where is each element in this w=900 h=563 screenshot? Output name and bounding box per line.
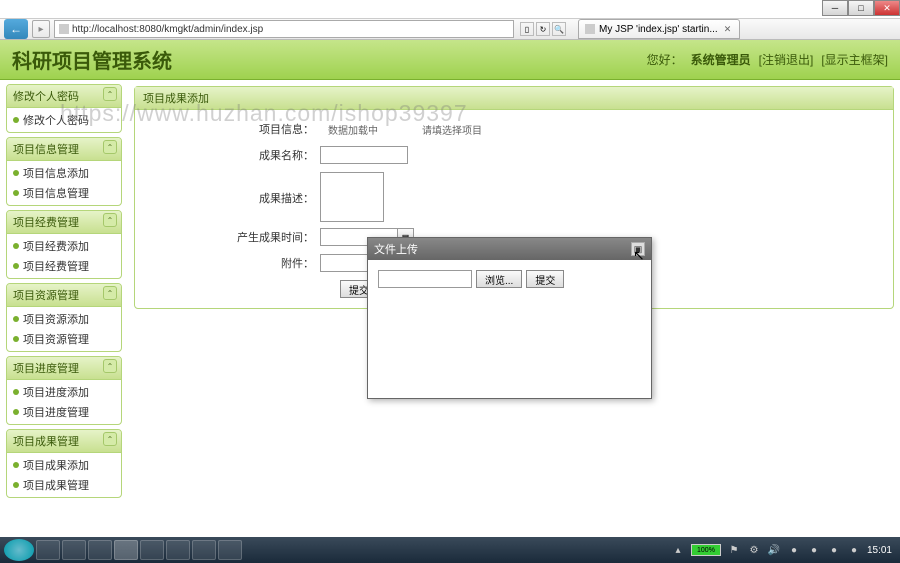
- dialog-titlebar[interactable]: 文件上传 ▣: [368, 238, 651, 260]
- tab-close[interactable]: ✕: [722, 24, 734, 35]
- sidebar-item-project-fund-manage[interactable]: 项目经费管理: [7, 256, 121, 276]
- browse-button[interactable]: 浏览...: [476, 270, 522, 288]
- stop-button[interactable]: ▯: [520, 22, 534, 36]
- panel-header-project-progress[interactable]: 项目进度管理 ⌃: [7, 357, 121, 380]
- sidebar: 修改个人密码 ⌃ 修改个人密码 项目信息管理 ⌃ 项目信息添加 项目信息管理 项…: [0, 80, 128, 537]
- label-project-info: 项目信息：: [145, 121, 320, 137]
- window-minimize[interactable]: ─: [822, 0, 848, 16]
- textarea-result-desc[interactable]: [320, 172, 384, 222]
- tray-icon[interactable]: ●: [787, 543, 801, 557]
- label-result-desc: 成果描述：: [145, 172, 320, 206]
- app-title: 科研项目管理系统: [12, 45, 172, 74]
- file-input[interactable]: [378, 270, 472, 288]
- greeting: 您好：: [647, 51, 683, 68]
- task-item[interactable]: [218, 540, 242, 560]
- address-bar[interactable]: http://localhost:8080/kmgkt/admin/index.…: [54, 20, 514, 38]
- task-item[interactable]: [36, 540, 60, 560]
- url-text: http://localhost:8080/kmgkt/admin/index.…: [72, 24, 263, 35]
- collapse-icon[interactable]: ⌃: [103, 432, 117, 446]
- task-item[interactable]: [166, 540, 190, 560]
- dialog-submit-button[interactable]: 提交: [526, 270, 564, 288]
- task-item[interactable]: [192, 540, 216, 560]
- tray-icon[interactable]: ●: [847, 543, 861, 557]
- sidebar-item-project-result-manage[interactable]: 项目成果管理: [7, 475, 121, 495]
- label-result-name: 成果名称：: [145, 147, 320, 163]
- browser-tab[interactable]: My JSP 'index.jsp' startin... ✕: [578, 19, 740, 39]
- tray-icon[interactable]: 🔊: [767, 543, 781, 557]
- sidebar-item-change-password[interactable]: 修改个人密码: [7, 110, 121, 130]
- panel-header-project-resource[interactable]: 项目资源管理 ⌃: [7, 284, 121, 307]
- tab-icon: [585, 24, 595, 34]
- battery-indicator[interactable]: 100%: [691, 544, 721, 556]
- tray-icon[interactable]: ●: [827, 543, 841, 557]
- task-item[interactable]: [88, 540, 112, 560]
- task-item[interactable]: [114, 540, 138, 560]
- window-close[interactable]: ✕: [874, 0, 900, 16]
- input-result-name[interactable]: [320, 146, 408, 164]
- task-item[interactable]: [62, 540, 86, 560]
- page-icon: [59, 24, 69, 34]
- collapse-icon[interactable]: ⌃: [103, 213, 117, 227]
- panel-header-project-fund[interactable]: 项目经费管理 ⌃: [7, 211, 121, 234]
- collapse-icon[interactable]: ⌃: [103, 286, 117, 300]
- sidebar-item-project-resource-manage[interactable]: 项目资源管理: [7, 329, 121, 349]
- sidebar-item-project-progress-add[interactable]: 项目进度添加: [7, 382, 121, 402]
- tab-label: My JSP 'index.jsp' startin...: [599, 24, 718, 35]
- sidebar-item-project-result-add[interactable]: 项目成果添加: [7, 455, 121, 475]
- tray-up-icon[interactable]: ▴: [671, 543, 685, 557]
- sidebar-item-project-info-manage[interactable]: 项目信息管理: [7, 183, 121, 203]
- forward-button[interactable]: ▸: [32, 20, 50, 38]
- label-attachment: 附件：: [145, 255, 320, 271]
- taskbar: ▴ 100% ⚑ ⚙ 🔊 ● ● ● ● 15:01: [0, 537, 900, 563]
- app-header: 科研项目管理系统 您好： 系统管理员 [注销退出] [显示主框架]: [0, 40, 900, 80]
- collapse-icon[interactable]: ⌃: [103, 87, 117, 101]
- dialog-close-button[interactable]: ▣: [631, 242, 645, 256]
- sidebar-item-project-fund-add[interactable]: 项目经费添加: [7, 236, 121, 256]
- dialog-title-text: 文件上传: [374, 241, 418, 257]
- form-title: 项目成果添加: [135, 87, 893, 110]
- upload-dialog: 文件上传 ▣ 浏览... 提交: [367, 237, 652, 399]
- tray-icon[interactable]: ⚙: [747, 543, 761, 557]
- sidebar-item-project-resource-add[interactable]: 项目资源添加: [7, 309, 121, 329]
- tray-icon[interactable]: ⚑: [727, 543, 741, 557]
- sidebar-item-project-progress-manage[interactable]: 项目进度管理: [7, 402, 121, 422]
- hint-loading: 数据加载中: [328, 122, 378, 137]
- refresh-link[interactable]: [显示主框架]: [821, 51, 888, 68]
- back-button[interactable]: ←: [4, 19, 28, 39]
- collapse-icon[interactable]: ⌃: [103, 359, 117, 373]
- tray-icon[interactable]: ●: [807, 543, 821, 557]
- sidebar-item-project-info-add[interactable]: 项目信息添加: [7, 163, 121, 183]
- panel-header-password[interactable]: 修改个人密码 ⌃: [7, 85, 121, 108]
- hint-select: 请填选择项目: [422, 122, 482, 137]
- clock[interactable]: 15:01: [867, 545, 892, 556]
- collapse-icon[interactable]: ⌃: [103, 140, 117, 154]
- username: 系统管理员: [691, 51, 751, 68]
- label-result-time: 产生成果时间：: [145, 229, 320, 245]
- panel-header-project-info[interactable]: 项目信息管理 ⌃: [7, 138, 121, 161]
- start-button[interactable]: [4, 539, 34, 561]
- refresh-button[interactable]: ↻: [536, 22, 550, 36]
- logout-link[interactable]: [注销退出]: [759, 51, 814, 68]
- panel-header-project-result[interactable]: 项目成果管理 ⌃: [7, 430, 121, 453]
- window-maximize[interactable]: □: [848, 0, 874, 16]
- search-button[interactable]: 🔍: [552, 22, 566, 36]
- browser-toolbar: ← ▸ http://localhost:8080/kmgkt/admin/in…: [0, 18, 900, 40]
- task-item[interactable]: [140, 540, 164, 560]
